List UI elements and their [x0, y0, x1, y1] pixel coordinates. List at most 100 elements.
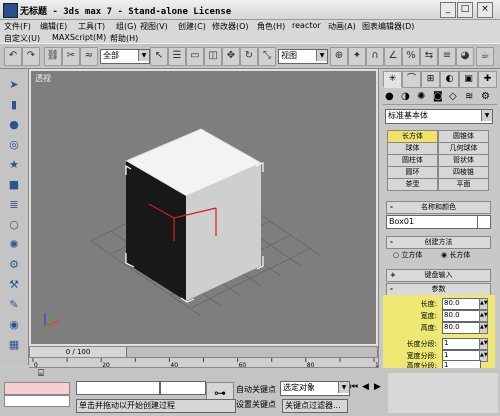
plane-button[interactable]: 平面 [438, 178, 489, 191]
reference-coordinate-dropdown[interactable]: 视图 ▼ [278, 49, 328, 64]
width-input[interactable]: 80.0 [442, 310, 481, 322]
creation-method-rollout[interactable]: - 创建方法 [386, 236, 491, 249]
hammer-tool-icon[interactable]: ⚒ [6, 277, 22, 293]
snap-toggle-icon[interactable]: ∩ [366, 47, 384, 66]
redo-icon[interactable]: ↷ [22, 47, 40, 66]
menu-file[interactable]: 文件(F) [4, 21, 31, 32]
object-category-dropdown[interactable]: 标准基本体 ▼ [385, 109, 493, 124]
percent-snap-icon[interactable]: % [402, 47, 420, 66]
time-slider-thumb[interactable]: 0 / 100 [30, 347, 127, 357]
menu-views[interactable]: 视图(V) [140, 21, 168, 32]
length-segs-input[interactable]: 1 [442, 338, 481, 350]
time-slider[interactable]: 0 / 100 [29, 346, 378, 358]
close-button[interactable]: × [477, 2, 493, 18]
modify-tab-icon[interactable]: ⌒ [402, 71, 421, 88]
gear-tool-icon[interactable]: ⚙ [6, 257, 22, 273]
torus-tool-icon[interactable]: ◎ [6, 137, 22, 153]
lights-icon[interactable]: ✺ [417, 91, 425, 102]
set-key-button[interactable]: 设置关键点 [236, 399, 276, 410]
pivot-center-icon[interactable]: ⊕ [330, 47, 348, 66]
material-editor-icon[interactable]: ◕ [456, 47, 474, 66]
helpers-icon[interactable]: ◇ [449, 91, 457, 102]
space-warps-icon[interactable]: ≋ [465, 91, 473, 102]
maxscript-listener-output[interactable] [4, 395, 70, 407]
align-icon[interactable]: ≡ [438, 47, 456, 66]
select-and-rotate-icon[interactable]: ↻ [240, 47, 258, 66]
auto-key-button[interactable]: 自动关键点 [236, 384, 276, 395]
coord-y-field[interactable] [160, 381, 206, 395]
length-spinner[interactable]: ▲▼ [479, 298, 488, 310]
cube-radio[interactable]: ○ 立方体 [393, 250, 422, 260]
key-selection-dropdown[interactable]: 选定对象 ▼ [280, 381, 350, 396]
box-radio[interactable]: ◉ 长方体 [441, 250, 470, 260]
create-tab-icon[interactable]: ✳ [383, 71, 402, 88]
menu-group[interactable]: 组(G) [116, 21, 136, 32]
box-tool-icon[interactable]: ■ [6, 177, 22, 193]
systems-icon[interactable]: ⚙ [481, 91, 490, 102]
select-and-scale-icon[interactable]: ⤡ [258, 47, 276, 66]
key-filters-button[interactable]: 关键点过滤器... [282, 399, 348, 413]
track-bar[interactable]: 020406080100 [29, 358, 378, 368]
menu-reactor[interactable]: reactor [292, 21, 321, 30]
hierarchy-tab-icon[interactable]: ⊞ [421, 71, 440, 88]
undo-icon[interactable]: ↶ [4, 47, 22, 66]
shapes-icon[interactable]: ◑ [401, 91, 410, 102]
menu-animation[interactable]: 动画(A) [328, 21, 356, 32]
mirror-icon[interactable]: ⇆ [420, 47, 438, 66]
menu-maxscript[interactable]: MAXScript(M) [52, 33, 106, 42]
window-crossing-icon[interactable]: ◫ [204, 47, 222, 66]
unlink-icon[interactable]: ✂ [62, 47, 80, 66]
perspective-viewport[interactable]: 透视 [29, 69, 378, 346]
menu-character[interactable]: 角色(H) [257, 21, 285, 32]
dot-tool-icon[interactable]: ◉ [6, 317, 22, 333]
go-to-start-icon[interactable]: ⏮ [350, 382, 358, 392]
light-tool-icon[interactable]: ✺ [6, 237, 22, 253]
length-segs-spinner[interactable]: ▲▼ [479, 338, 488, 350]
circle-tool-icon[interactable]: ○ [6, 217, 22, 233]
cylinder-tool-icon[interactable]: ▮ [6, 97, 22, 113]
teapot-button[interactable]: 茶壶 [387, 178, 438, 191]
rectangular-selection-icon[interactable]: ▭ [186, 47, 204, 66]
angle-snap-icon[interactable]: ∠ [384, 47, 402, 66]
maxscript-listener-mini[interactable] [4, 382, 70, 395]
pen-tool-icon[interactable]: ✎ [6, 297, 22, 313]
link-icon[interactable]: ⛓ [44, 47, 62, 66]
menu-graph-editors[interactable]: 图表编辑器(D) [362, 21, 414, 32]
menu-edit[interactable]: 编辑(E) [40, 21, 67, 32]
keyboard-entry-rollout[interactable]: + 键盘输入 [386, 269, 491, 282]
object-color-swatch[interactable] [477, 215, 491, 229]
select-object-icon[interactable]: ↖ [150, 47, 168, 66]
geometry-icon[interactable]: ● [385, 91, 394, 102]
play-icon[interactable]: ▶ [374, 382, 381, 392]
utilities-tab-icon[interactable]: ✚ [478, 71, 497, 88]
height-input[interactable]: 80.0 [442, 322, 481, 334]
cameras-icon[interactable]: ◙ [433, 91, 443, 102]
select-by-name-icon[interactable]: ☰ [168, 47, 186, 66]
select-and-move-icon[interactable]: ✥ [222, 47, 240, 66]
display-tab-icon[interactable]: ▣ [459, 71, 478, 88]
lock-selection-icon[interactable]: ⌸ [38, 368, 44, 379]
sphere-tool-icon[interactable]: ● [6, 117, 22, 133]
menu-tools[interactable]: 工具(T) [78, 21, 105, 32]
length-input[interactable]: 80.0 [442, 298, 481, 310]
box01-cube[interactable] [124, 128, 263, 301]
stack-tool-icon[interactable]: ≣ [6, 197, 22, 213]
previous-frame-icon[interactable]: ◀ [362, 382, 369, 392]
star-tool-icon[interactable]: ★ [6, 157, 22, 173]
menu-modifiers[interactable]: 修改器(O) [212, 21, 249, 32]
render-icon[interactable]: ☕ [476, 47, 494, 66]
cursor-tool-icon[interactable]: ➤ [6, 77, 22, 93]
coord-x-field[interactable] [76, 381, 160, 395]
object-name-field[interactable]: Box01 [386, 215, 478, 229]
width-spinner[interactable]: ▲▼ [479, 310, 488, 322]
manipulate-icon[interactable]: ✦ [348, 47, 366, 66]
height-spinner[interactable]: ▲▼ [479, 322, 488, 334]
menu-create[interactable]: 创建(C) [178, 21, 206, 32]
grid-tool-icon[interactable]: ▦ [6, 337, 22, 353]
minimize-button[interactable]: _ [440, 2, 456, 18]
bind-space-warp-icon[interactable]: ≈ [80, 47, 98, 66]
name-color-rollout[interactable]: - 名称和颜色 [386, 201, 491, 214]
selection-filter-dropdown[interactable]: 全部 ▼ [100, 49, 150, 64]
maximize-button[interactable]: □ [457, 2, 473, 18]
motion-tab-icon[interactable]: ◐ [440, 71, 459, 88]
